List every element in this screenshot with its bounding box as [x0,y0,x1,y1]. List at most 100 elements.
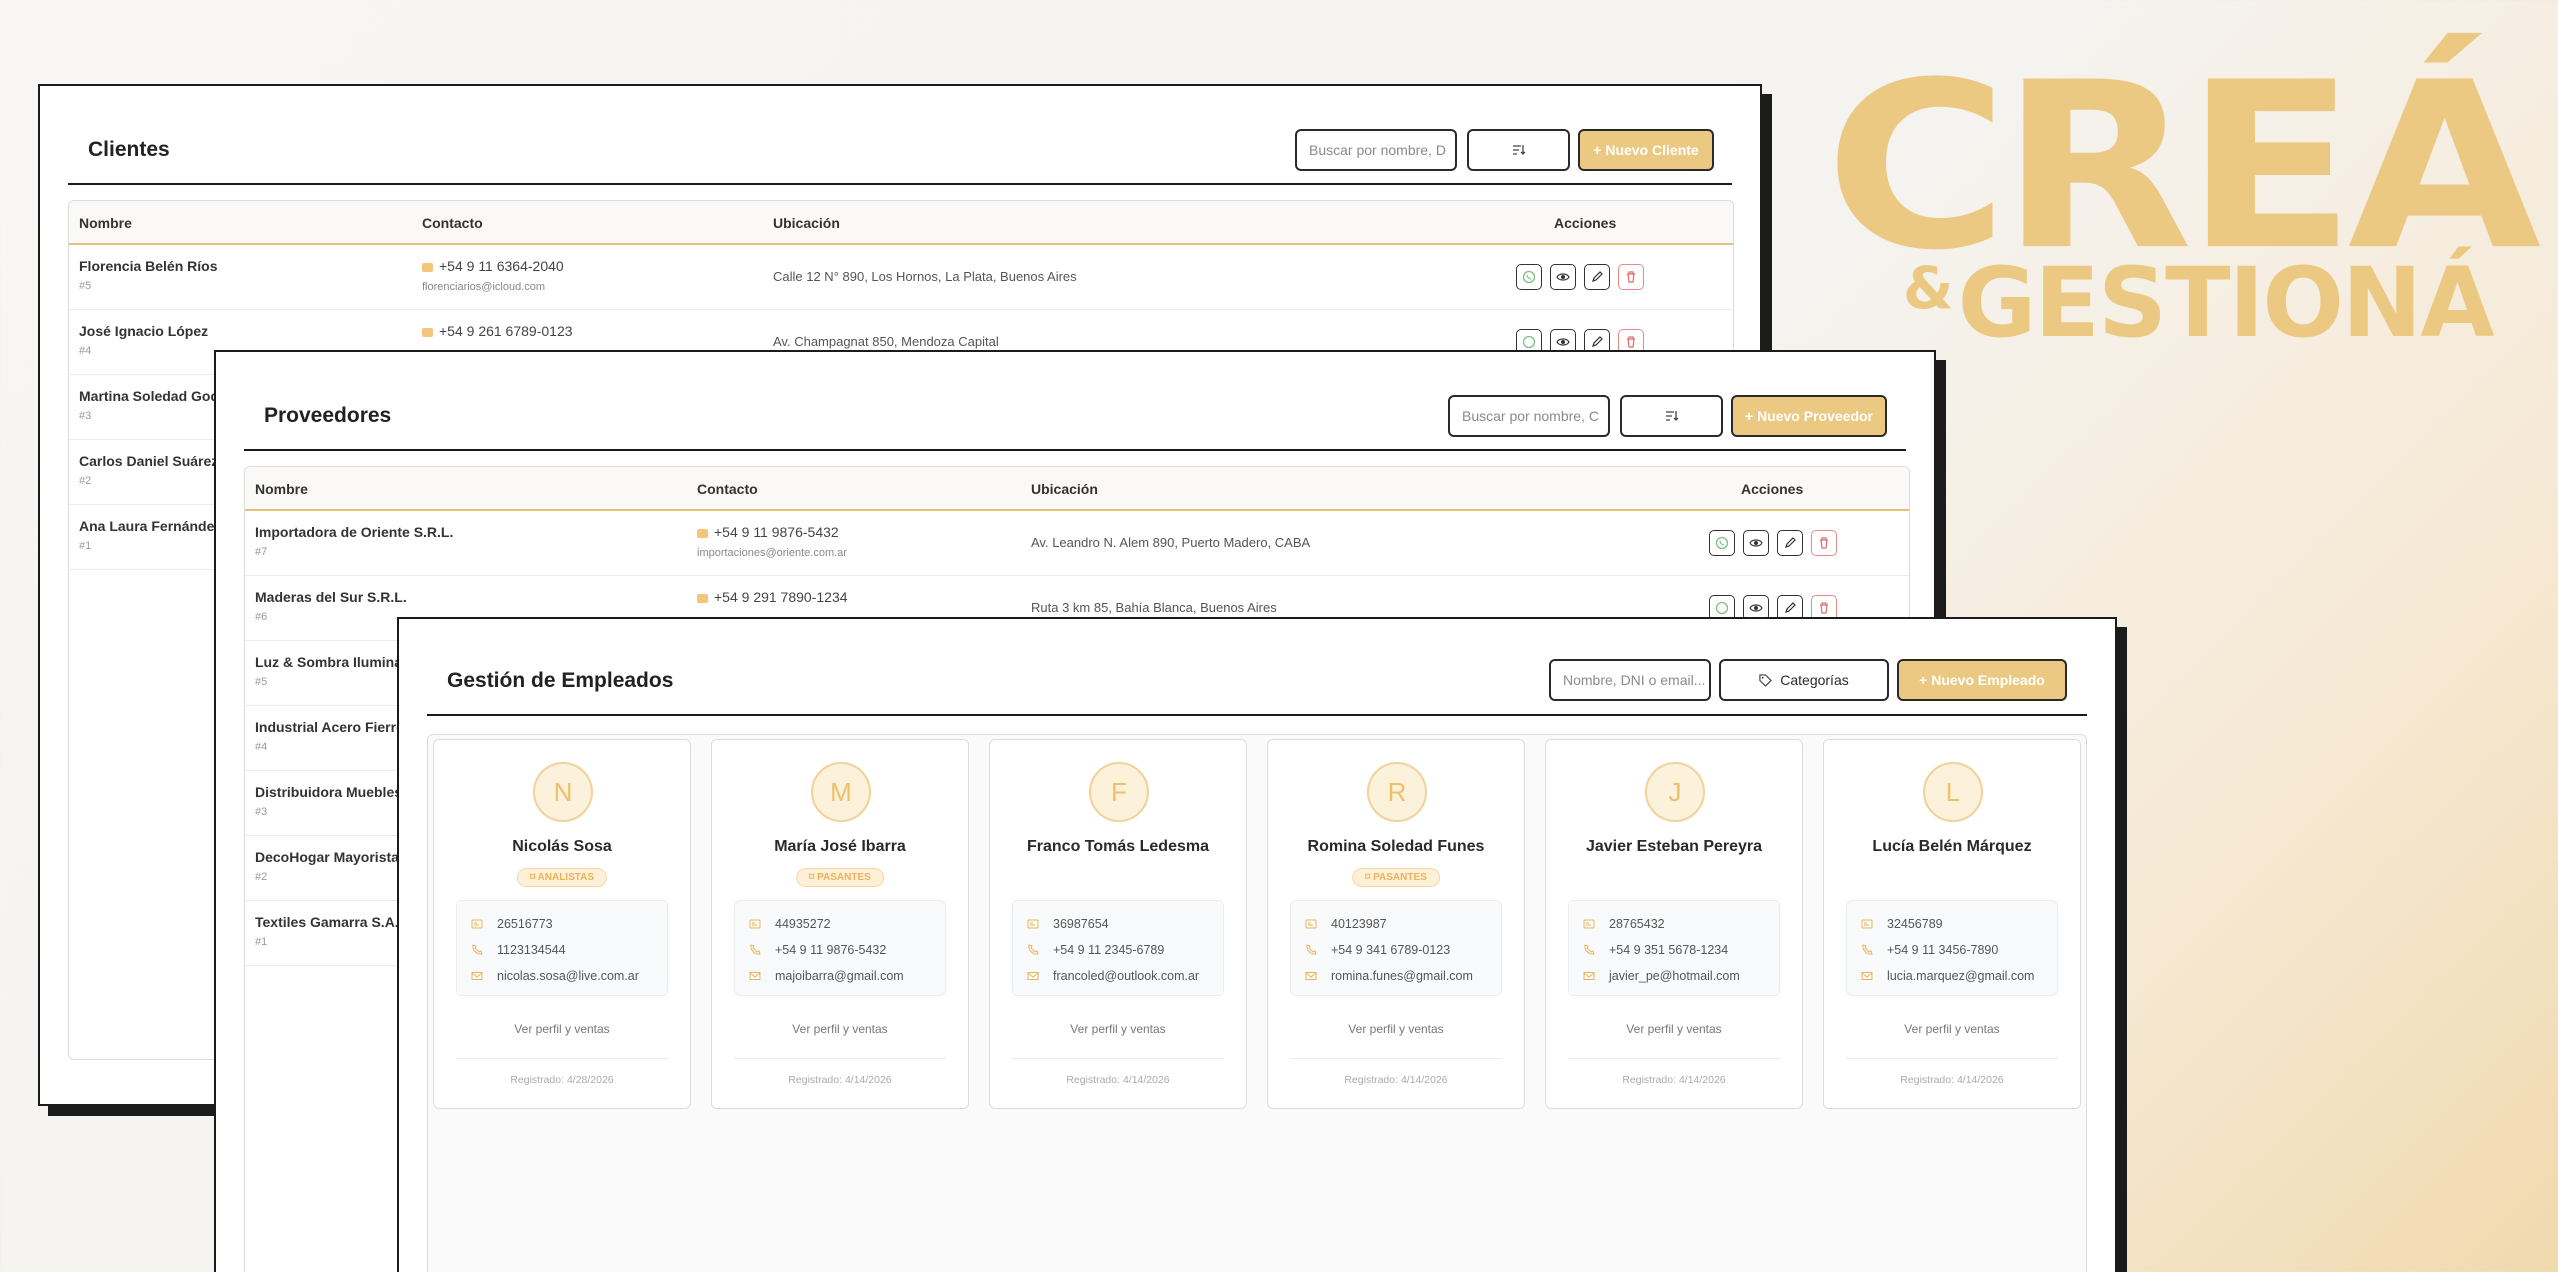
new-supplier-button[interactable]: + Nuevo Proveedor [1731,395,1887,437]
employee-name: María José Ibarra [774,838,906,855]
search-input[interactable]: Buscar por nombre, D [1295,129,1457,171]
employee-card[interactable]: M María José Ibarra ⌑ PASANTES 44935272 … [711,739,969,1109]
dni-text: 26516773 [497,917,553,931]
mail-icon [471,972,483,980]
category-badge: ⌑ ANALISTAS [516,868,608,887]
registered-date: Registrado: 4/14/2026 [1066,1074,1170,1086]
employee-card[interactable]: R Romina Soledad Funes ⌑ PASANTES 401239… [1267,739,1525,1109]
table-row[interactable]: Importadora de Oriente S.R.L. #7 +54 9 1… [245,511,1909,576]
hero-line-1: CREÁ [1825,32,2541,301]
email-row: francoled@outlook.com.ar [1027,963,1209,989]
whatsapp-icon [1715,536,1729,550]
table-row[interactable]: Florencia Belén Ríos #5 +54 9 11 6364-20… [69,245,1733,310]
employee-info: 26516773 1123134544 nicolas.sosa@live.co… [456,900,668,996]
phone-icon [1306,944,1317,955]
client-email: florenciarios@icloud.com [422,281,546,293]
view-profile-link[interactable]: Ver perfil y ventas [1546,1022,1802,1036]
employee-card[interactable]: J Javier Esteban Pereyra 28765432 +54 9 … [1545,739,1803,1109]
new-employee-button[interactable]: + Nuevo Empleado [1897,659,2067,701]
email-text: nicolas.sosa@live.com.ar [497,969,639,983]
view-profile-link[interactable]: Ver perfil y ventas [712,1022,968,1036]
view-profile-link[interactable]: Ver perfil y ventas [1824,1022,2080,1036]
categories-button[interactable]: Categorías [1719,659,1889,701]
delete-button[interactable] [1618,264,1644,290]
search-input[interactable]: Buscar por nombre, C [1448,395,1610,437]
edit-button[interactable] [1584,264,1610,290]
column-header: Contacto [422,215,483,231]
supplier-location: Ruta 3 km 85, Bahía Blanca, Buenos Aires [1031,600,1277,615]
phone-row: +54 9 341 6789-0123 [1305,937,1487,963]
dni-text: 40123987 [1331,917,1387,931]
registered-date: Registrado: 4/14/2026 [1622,1074,1726,1086]
empleados-panel: Gestión de Empleados Nombre, DNI o email… [397,617,2117,1272]
new-client-button[interactable]: + Nuevo Cliente [1578,129,1714,171]
trash-icon [1820,602,1828,614]
phone-icon [750,944,761,955]
view-profile-link[interactable]: Ver perfil y ventas [434,1022,690,1036]
whatsapp-icon [1715,601,1729,615]
phone-text: +54 9 291 7890-1234 [714,589,848,605]
employee-card[interactable]: N Nicolás Sosa ⌑ ANALISTAS 26516773 1123… [433,739,691,1109]
email-text: francoled@outlook.com.ar [1053,969,1200,983]
employee-name: Javier Esteban Pereyra [1585,838,1763,855]
phone-icon [1862,944,1873,955]
page-title: Proveedores [264,404,392,427]
phone-text: +54 9 11 3456-7890 [1887,943,1999,957]
phone-text: 1123134544 [497,943,566,957]
email-row: javier_pe@hotmail.com [1583,963,1765,989]
divider [1568,1058,1780,1059]
phone-icon [697,528,708,538]
email-row: nicolas.sosa@live.com.ar [471,963,653,989]
whatsapp-icon [1522,270,1536,284]
supplier-email: importaciones@oriente.com.ar [697,547,847,559]
hero-line-2-text: GESTIONÁ [1957,247,2495,359]
avatar: R [1367,762,1427,822]
filter-button[interactable] [1467,129,1570,171]
supplier-id: #2 [255,871,268,883]
whatsapp-button[interactable] [1516,264,1542,290]
supplier-name: Distribuidora Muebles [255,784,403,800]
view-button[interactable] [1550,264,1576,290]
supplier-id: #6 [255,611,268,623]
phone-icon [422,262,433,272]
row-actions [1516,264,1644,290]
view-button[interactable] [1743,530,1769,556]
client-name: Martina Soledad Godoy [79,388,236,404]
divider [244,449,1906,451]
view-profile-link[interactable]: Ver perfil y ventas [1268,1022,1524,1036]
supplier-name: Industrial Acero Fierro [255,719,405,735]
phone-icon [472,944,483,955]
column-header: Contacto [697,481,758,497]
email-row: majoibarra@gmail.com [749,963,931,989]
eye-icon [1556,273,1570,281]
id-card-icon [1583,919,1595,929]
category-badge: ⌑ PASANTES [796,868,884,887]
client-name: José Ignacio López [79,323,209,339]
employee-info: 32456789 +54 9 11 3456-7890 lucia.marque… [1846,900,2058,996]
search-input[interactable]: Nombre, DNI o email... [1549,659,1711,701]
avatar: L [1923,762,1983,822]
email-text: majoibarra@gmail.com [775,969,904,983]
eye-icon [1749,604,1763,612]
phone-icon [1028,944,1039,955]
phone-text: +54 9 341 6789-0123 [1331,943,1451,957]
divider [427,714,2087,716]
delete-button[interactable] [1811,530,1837,556]
table-header: Nombre Contacto Ubicación Acciones [245,467,1909,511]
employee-name: Romina Soledad Funes [1307,838,1485,855]
column-header: Ubicación [773,215,840,231]
supplier-location: Av. Leandro N. Alem 890, Puerto Madero, … [1031,535,1311,550]
employee-card[interactable]: F Franco Tomás Ledesma 36987654 +54 9 11… [989,739,1247,1109]
whatsapp-button[interactable] [1709,530,1735,556]
phone-row: 1123134544 [471,937,653,963]
divider [734,1058,946,1059]
id-card-icon [1027,919,1039,929]
phone-icon [1584,944,1595,955]
dni-row: 26516773 [471,911,653,937]
client-id: #4 [79,345,92,357]
employee-card[interactable]: L Lucía Belén Márquez 32456789 +54 9 11 … [1823,739,2081,1109]
view-profile-link[interactable]: Ver perfil y ventas [990,1022,1246,1036]
registered-date: Registrado: 4/28/2026 [510,1074,614,1086]
edit-button[interactable] [1777,530,1803,556]
filter-button[interactable] [1620,395,1723,437]
